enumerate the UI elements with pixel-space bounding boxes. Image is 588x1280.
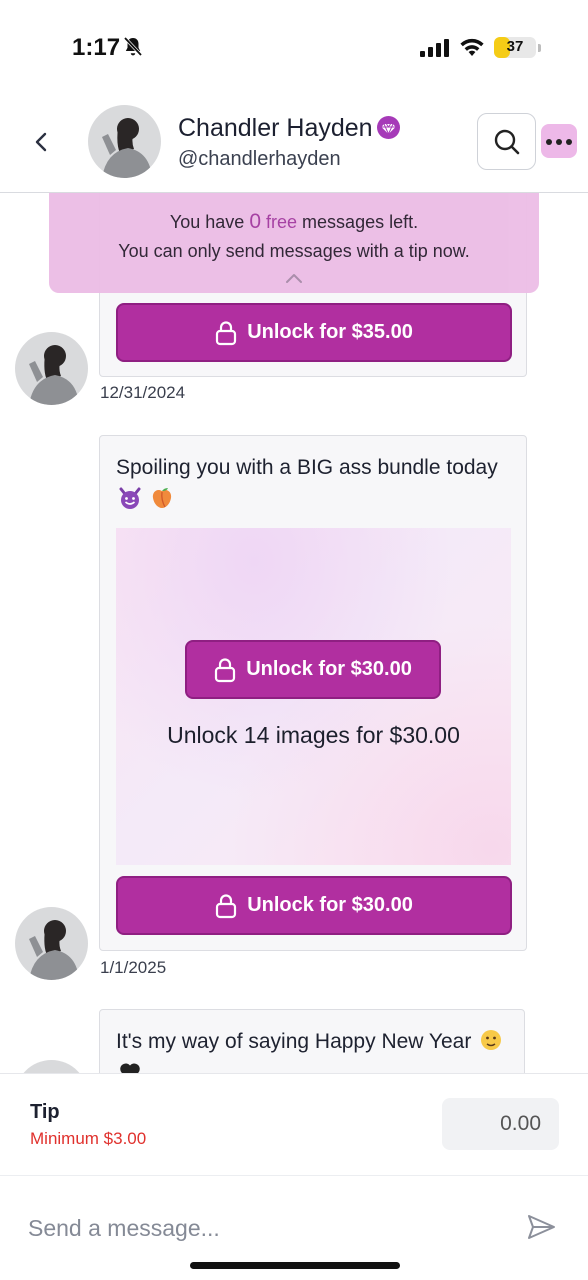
- lock-icon: [215, 657, 236, 682]
- unlock-button-label: Unlock for $35.00: [247, 321, 413, 343]
- profile-name[interactable]: Chandler Hayden: [178, 114, 373, 143]
- banner-free-messages-text: You have 0 free messages left.: [49, 210, 539, 234]
- peach-emoji-icon: [150, 486, 174, 510]
- media-unlock-button[interactable]: Unlock for $30.00: [185, 640, 441, 699]
- chat-header: Chandler Hayden @chandlerhayden: [0, 96, 588, 193]
- message-text: It's my way of saying Happy New Year: [116, 1026, 516, 1073]
- black-heart-emoji-icon: [118, 1060, 142, 1073]
- status-bar: 1:17 37: [0, 0, 588, 96]
- message-bubble: Spoiling you with a BIG ass bundle today…: [99, 435, 527, 951]
- message-bubble: It's my way of saying Happy New Year: [99, 1009, 525, 1073]
- message-input[interactable]: [28, 1208, 498, 1248]
- chevron-up-icon[interactable]: [285, 271, 303, 289]
- lock-icon: [216, 320, 237, 345]
- tip-label: Tip: [30, 1101, 60, 1123]
- sender-avatar[interactable]: [15, 1060, 88, 1073]
- more-options-button[interactable]: [541, 124, 577, 158]
- profile-avatar[interactable]: [88, 105, 161, 178]
- free-word: free: [266, 212, 298, 232]
- tip-amount-input[interactable]: [442, 1098, 559, 1150]
- battery-indicator: 37: [494, 37, 536, 58]
- message-text-content: It's my way of saying Happy New Year: [116, 1030, 472, 1053]
- search-icon: [494, 129, 520, 155]
- wifi-icon: [458, 36, 486, 63]
- face-emoji-icon: [479, 1028, 503, 1052]
- free-message-count: 0: [249, 210, 261, 233]
- battery-level-label: 37: [506, 38, 524, 55]
- message-date: 12/31/2024: [100, 383, 186, 402]
- smiling-devil-emoji-icon: [118, 486, 142, 510]
- verified-diamond-icon: [376, 115, 401, 145]
- send-icon[interactable]: [526, 1214, 556, 1245]
- more-dots-icon: [556, 139, 562, 145]
- search-button[interactable]: [477, 113, 536, 170]
- cell-signal-icon: [420, 38, 450, 63]
- banner-tip-required-text: You can only send messages with a tip no…: [118, 241, 470, 261]
- tip-minimum-warning: Minimum $3.00: [30, 1129, 147, 1148]
- message-date: 1/1/2025: [100, 958, 167, 977]
- banner-prefix: You have: [169, 212, 250, 232]
- banner-suffix: messages left.: [297, 212, 419, 232]
- unlock-button[interactable]: Unlock for $35.00: [116, 303, 512, 362]
- more-dots-icon: [546, 139, 552, 145]
- media-caption: Unlock 14 images for $30.00: [167, 722, 460, 748]
- sender-avatar[interactable]: [15, 332, 88, 405]
- unlock-button[interactable]: Unlock for $30.00: [116, 876, 512, 935]
- lock-icon: [216, 893, 237, 918]
- locked-media-preview[interactable]: Unlock for $30.00 Unlock 14 images for $…: [116, 528, 511, 865]
- composer-divider: [0, 1175, 588, 1176]
- status-time: 1:17: [72, 34, 121, 61]
- media-unlock-label: Unlock for $30.00: [246, 658, 412, 680]
- more-dots-icon: [566, 139, 572, 145]
- home-indicator: [190, 1262, 400, 1269]
- message-text: Spoiling you with a BIG ass bundle today: [116, 452, 516, 516]
- profile-handle: @chandlerhayden: [178, 148, 341, 170]
- battery-tip: [538, 44, 541, 52]
- back-chevron-icon[interactable]: [30, 130, 54, 154]
- message-composer: Tip Minimum $3.00: [0, 1073, 588, 1280]
- chat-thread[interactable]: Unlock for $35.00 12/31/2024 Spoiling yo…: [0, 193, 588, 1073]
- bell-muted-icon: [122, 36, 144, 63]
- sender-avatar[interactable]: [15, 907, 88, 980]
- unlock-button-label: Unlock for $30.00: [247, 894, 413, 916]
- message-text-content: Spoiling you with a BIG ass bundle today: [116, 456, 498, 479]
- free-messages-banner: You have 0 free messages left. You can o…: [49, 193, 539, 293]
